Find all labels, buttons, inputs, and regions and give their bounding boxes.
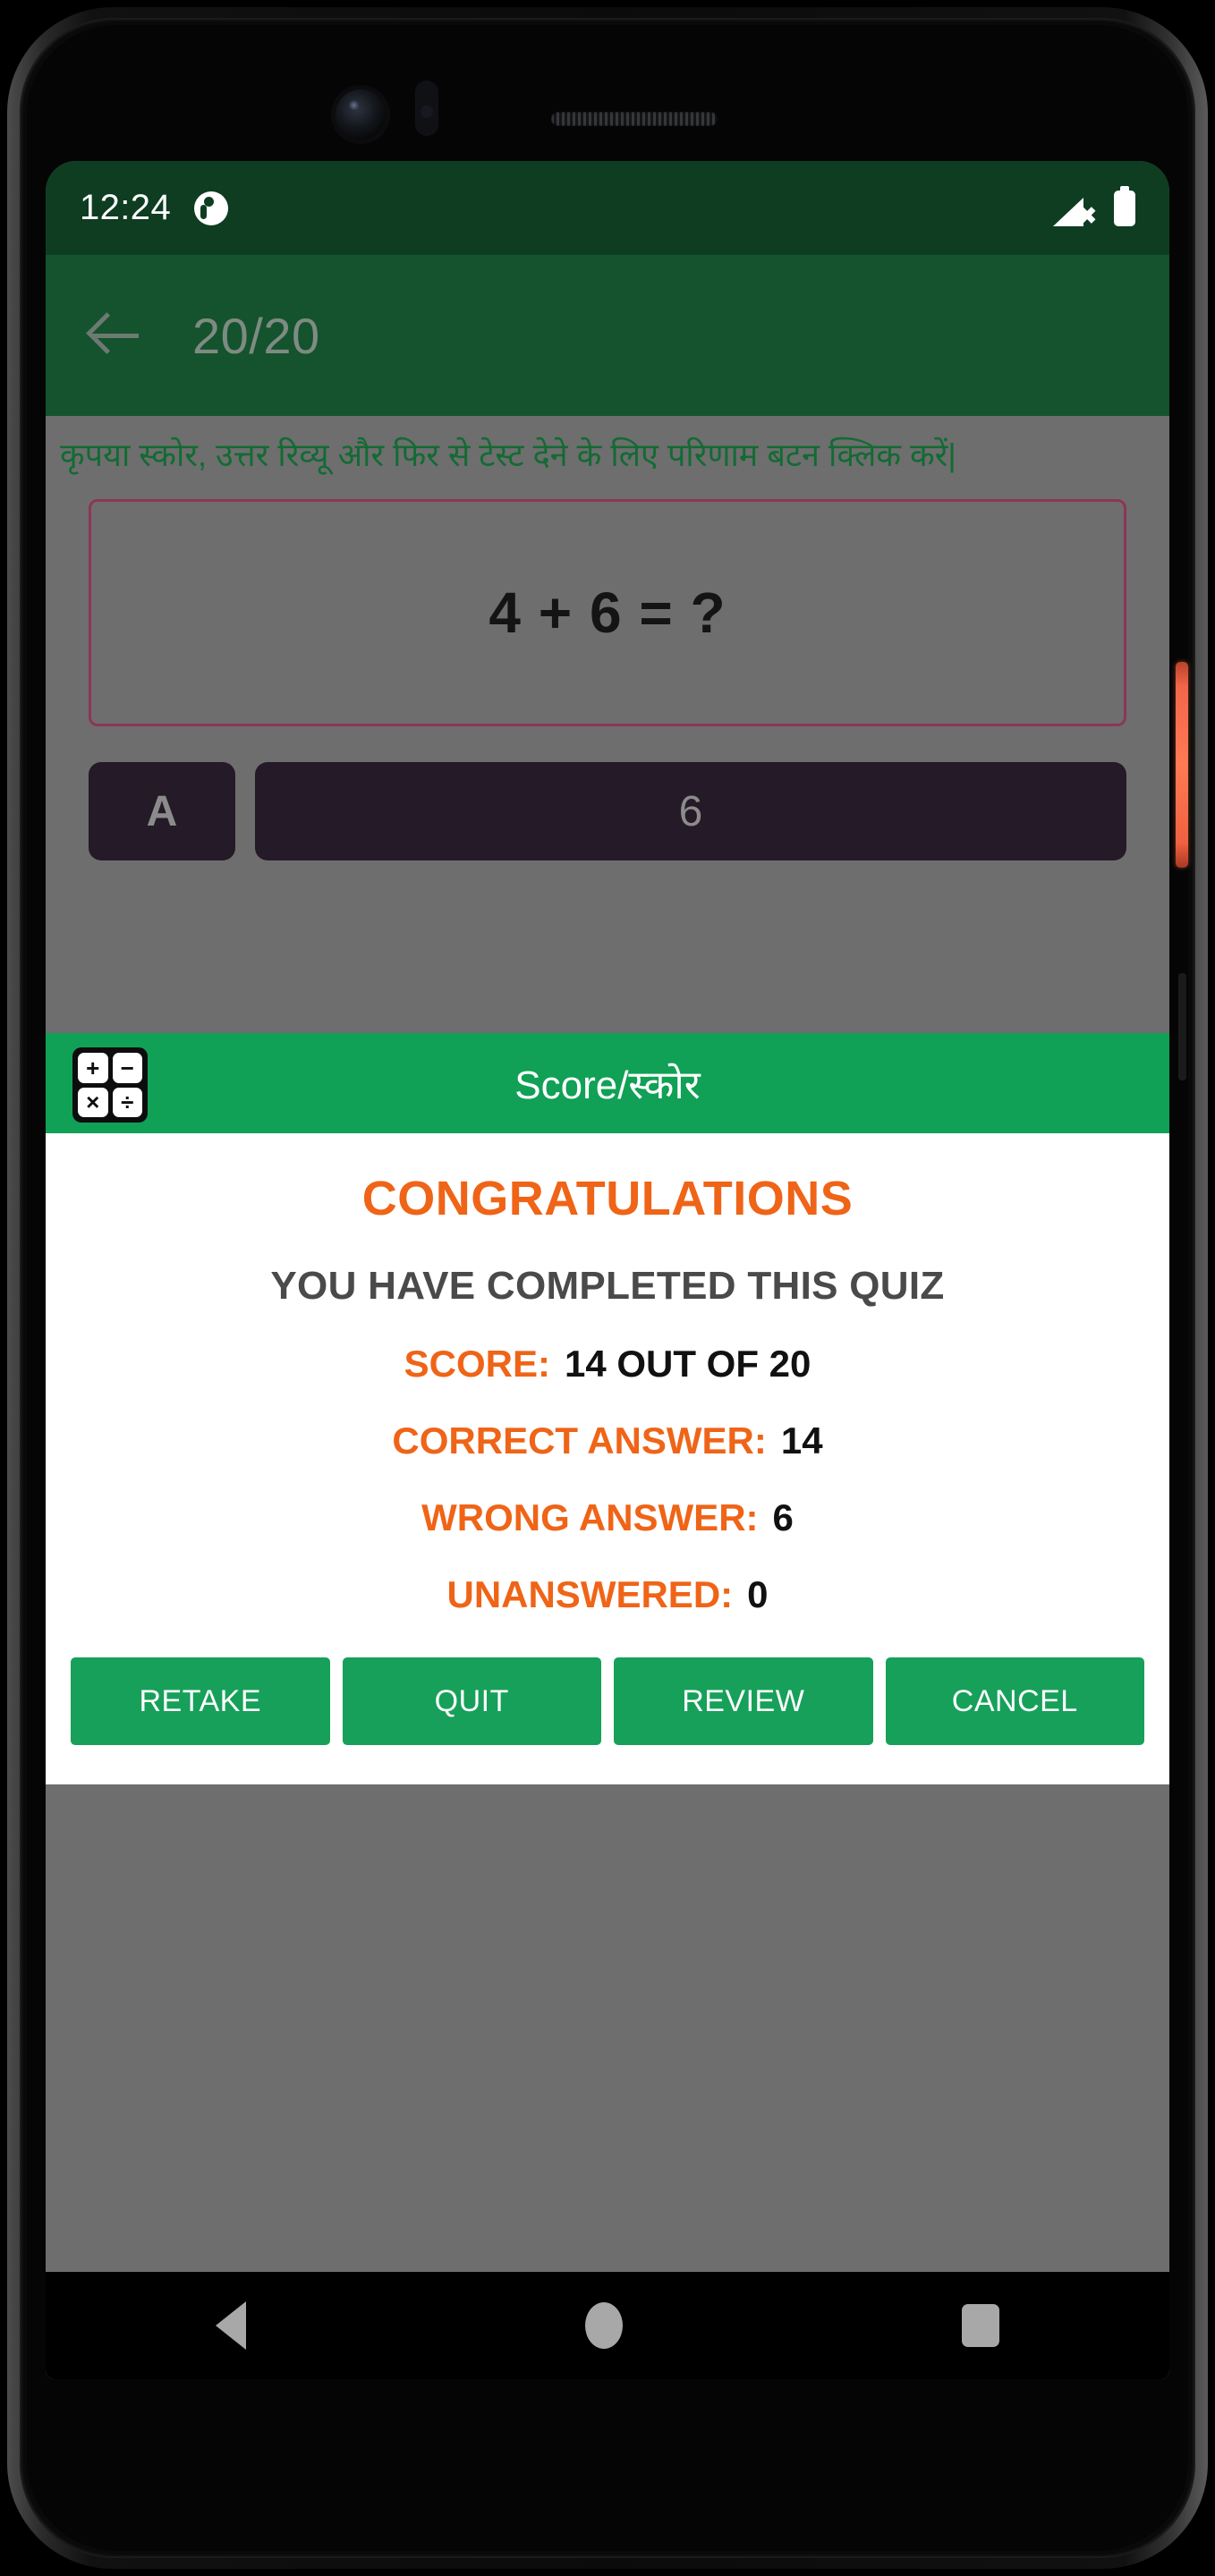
signal-no-service-icon: ✖ <box>1053 191 1097 227</box>
nav-back-icon[interactable] <box>215 2301 246 2350</box>
dialog-title: Score/स्कोर <box>514 1063 701 1107</box>
phone-screen: 12:24 ✖ 20/20 कृपया स्कोर, उत्तर रिव्यू … <box>46 161 1169 2379</box>
android-nav-bar <box>46 2272 1169 2379</box>
quiz-instruction: कृपया स्कोर, उत्तर रिव्यू और फिर से टेस्… <box>60 436 956 473</box>
stat-row-correct: CORRECT ANSWER: 14 <box>46 1419 1169 1462</box>
nav-home-icon[interactable] <box>584 2302 623 2349</box>
stat-row-unanswered: UNANSWERED: 0 <box>46 1573 1169 1616</box>
battery-full-icon <box>1114 185 1135 226</box>
divide-icon: ÷ <box>112 1087 142 1117</box>
wrong-answer-value: 6 <box>772 1496 794 1538</box>
score-value: 14 OUT OF 20 <box>564 1343 811 1385</box>
unanswered-value: 0 <box>747 1573 769 1615</box>
nav-recents-icon[interactable] <box>962 2304 1000 2347</box>
option-value-a[interactable]: 6 <box>255 762 1126 860</box>
cancel-button[interactable]: CANCEL <box>885 1657 1144 1745</box>
status-bar: 12:24 ✖ <box>46 161 1169 255</box>
proximity-sensor-icon <box>415 80 438 136</box>
dialog-actions: RETAKE QUIT REVIEW CANCEL <box>71 1657 1144 1754</box>
front-camera-icon <box>336 89 386 140</box>
option-letter-a[interactable]: A <box>89 762 235 860</box>
power-button[interactable] <box>1176 662 1188 868</box>
stat-row-wrong: WRONG ANSWER: 6 <box>46 1496 1169 1539</box>
minus-icon: − <box>112 1053 142 1083</box>
dialog-header: + − × ÷ Score/स्कोर <box>46 1033 1169 1133</box>
dialog-body: CONGRATULATIONS YOU HAVE COMPLETED THIS … <box>46 1133 1169 1784</box>
earpiece-speaker <box>551 112 718 126</box>
back-arrow-icon[interactable] <box>86 308 144 363</box>
answer-option-row: A 6 <box>89 762 1126 860</box>
stat-row-score: SCORE: 14 OUT OF 20 <box>46 1343 1169 1385</box>
question-card: 4 + 6 = ? <box>89 499 1126 726</box>
status-bar-clock: 12:24 <box>80 188 172 227</box>
score-label: SCORE: <box>404 1343 550 1385</box>
app-bar: 20/20 <box>46 255 1169 416</box>
volume-button[interactable] <box>1178 973 1186 1080</box>
multiply-icon: × <box>78 1087 108 1117</box>
retake-button[interactable]: RETAKE <box>71 1657 330 1745</box>
correct-answer-value: 14 <box>780 1419 823 1462</box>
review-button[interactable]: REVIEW <box>614 1657 873 1745</box>
wrong-answer-label: WRONG ANSWER: <box>421 1496 759 1538</box>
screenshot-root: 12:24 ✖ 20/20 कृपया स्कोर, उत्तर रिव्यू … <box>0 0 1215 2576</box>
page-title: 20/20 <box>192 307 320 364</box>
unanswered-label: UNANSWERED: <box>446 1573 734 1615</box>
status-bar-icons: ✖ <box>1053 185 1135 227</box>
question-text: 4 + 6 = ? <box>489 580 726 645</box>
plus-icon: + <box>78 1053 108 1083</box>
calculator-app-icon: + − × ÷ <box>72 1047 148 1123</box>
score-dialog: + − × ÷ Score/स्कोर CONGRATULATIONS YOU … <box>46 1033 1169 1784</box>
completion-subheading: YOU HAVE COMPLETED THIS QUIZ <box>270 1264 945 1308</box>
quit-button[interactable]: QUIT <box>342 1657 601 1745</box>
notification-dot-icon <box>194 191 229 225</box>
congratulations-heading: CONGRATULATIONS <box>361 1172 854 1225</box>
correct-answer-label: CORRECT ANSWER: <box>392 1419 767 1462</box>
